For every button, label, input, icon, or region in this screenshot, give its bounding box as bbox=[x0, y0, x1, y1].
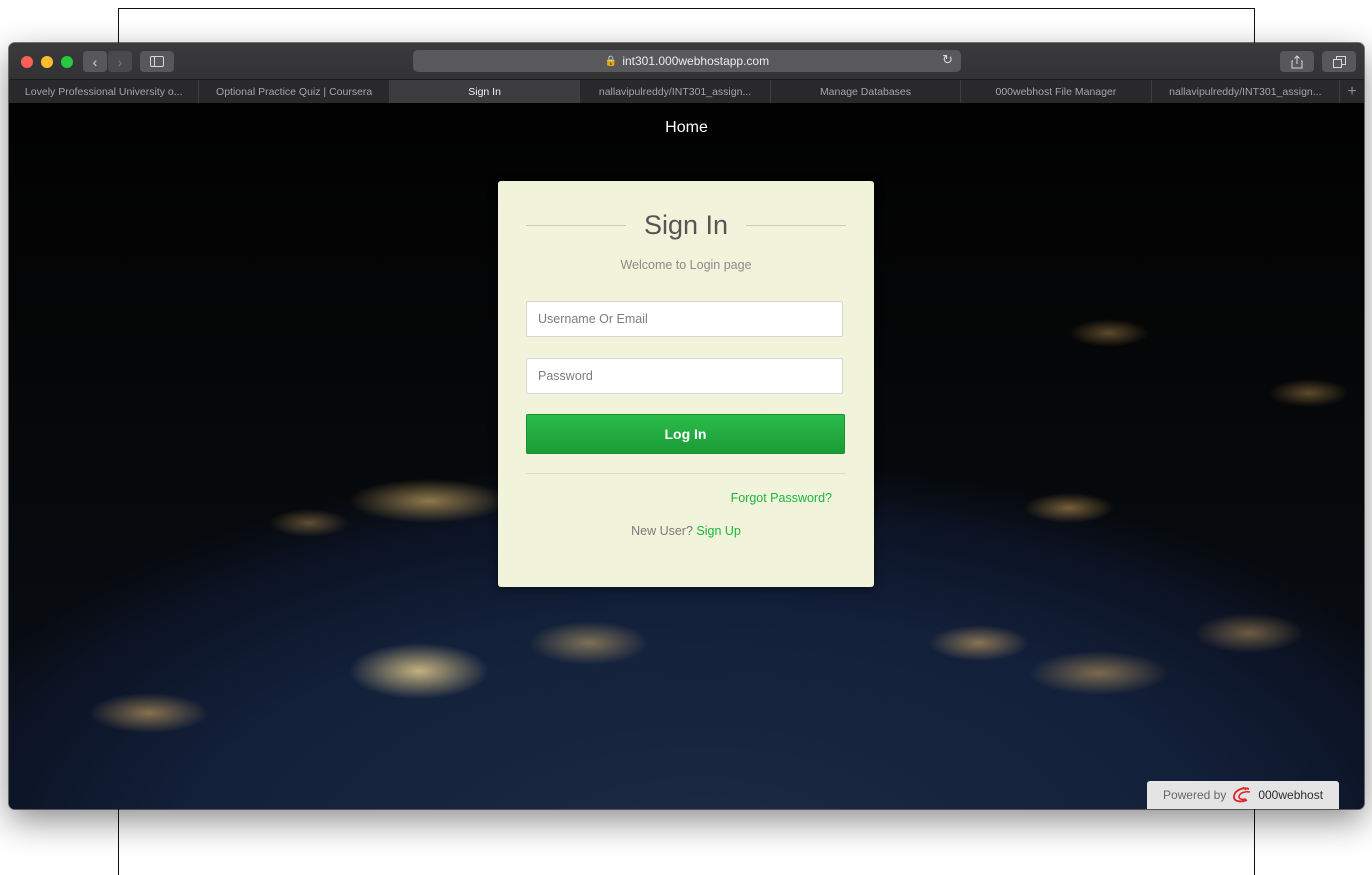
address-bar[interactable]: 🔒 int301.000webhostapp.com ↻ bbox=[413, 50, 961, 72]
new-tab-button[interactable]: + bbox=[1340, 80, 1364, 103]
tab-github-assign-2[interactable]: nallavipulreddy/INT301_assign... bbox=[1152, 80, 1341, 103]
tabs-overview-button[interactable] bbox=[1322, 51, 1356, 72]
login-card: Sign In Welcome to Login page Log In For… bbox=[498, 181, 874, 587]
tab-bar: Lovely Professional University o... Opti… bbox=[9, 79, 1364, 104]
title-divider-right bbox=[746, 224, 846, 226]
lock-icon: 🔒 bbox=[604, 55, 618, 67]
tab-label: Optional Practice Quiz | Coursera bbox=[216, 85, 373, 98]
tab-label: 000webhost File Manager bbox=[995, 85, 1117, 98]
close-window-button[interactable] bbox=[21, 56, 33, 68]
forgot-password-link[interactable]: Forgot Password? bbox=[731, 491, 832, 505]
tab-manage-databases[interactable]: Manage Databases bbox=[771, 80, 962, 103]
page-content: Home Sign In Welcome to Login page Log I… bbox=[9, 103, 1364, 809]
powered-by-badge[interactable]: Powered by 000webhost bbox=[1147, 781, 1339, 809]
tab-file-manager[interactable]: 000webhost File Manager bbox=[961, 80, 1152, 103]
password-input[interactable] bbox=[526, 358, 843, 394]
powered-by-text: Powered by bbox=[1162, 788, 1227, 802]
back-button[interactable]: ‹ bbox=[83, 51, 107, 72]
reload-icon[interactable]: ↻ bbox=[942, 52, 953, 68]
sign-up-link[interactable]: Sign Up bbox=[696, 524, 740, 538]
tab-sign-in[interactable]: Sign In bbox=[389, 80, 581, 103]
tab-label: Manage Databases bbox=[819, 85, 911, 98]
title-divider-left bbox=[526, 224, 626, 226]
new-user-text: New User? bbox=[631, 524, 693, 538]
tab-label: nallavipulreddy/INT301_assign... bbox=[598, 85, 752, 98]
sidebar-icon bbox=[150, 56, 164, 67]
tab-label: Lovely Professional University o... bbox=[24, 85, 183, 98]
sidebar-toggle-button[interactable] bbox=[140, 51, 174, 72]
minimize-window-button[interactable] bbox=[41, 56, 53, 68]
tab-lpu[interactable]: Lovely Professional University o... bbox=[9, 80, 200, 103]
forward-button[interactable]: › bbox=[108, 51, 132, 72]
tab-label: Sign In bbox=[468, 85, 501, 98]
frame-top-line bbox=[118, 8, 1255, 9]
title-bar: ‹ › 🔒 int301.000webhostapp.com ↻ bbox=[9, 43, 1364, 79]
tab-label: nallavipulreddy/INT301_assign... bbox=[1169, 85, 1322, 98]
url-text: int301.000webhostapp.com bbox=[622, 54, 770, 68]
zoom-window-button[interactable] bbox=[61, 56, 73, 68]
tabs-icon bbox=[1332, 55, 1346, 68]
tab-github-assign-1[interactable]: nallavipulreddy/INT301_assign... bbox=[580, 80, 771, 103]
title-row: Sign In bbox=[526, 205, 846, 245]
login-button[interactable]: Log In bbox=[526, 414, 845, 454]
brand-name: 000webhost bbox=[1258, 788, 1324, 802]
plus-icon: + bbox=[1347, 82, 1357, 100]
subtitle: Welcome to Login page bbox=[620, 258, 752, 272]
username-input[interactable] bbox=[526, 301, 843, 337]
divider bbox=[526, 473, 846, 474]
tab-coursera-quiz[interactable]: Optional Practice Quiz | Coursera bbox=[199, 80, 390, 103]
browser-window: ‹ › 🔒 int301.000webhostapp.com ↻ Lovely … bbox=[9, 43, 1364, 809]
share-icon bbox=[1291, 54, 1303, 68]
home-link[interactable]: Home bbox=[9, 119, 1364, 137]
new-user-row: New User? Sign Up bbox=[498, 524, 874, 538]
chevron-right-icon: › bbox=[117, 53, 123, 70]
000webhost-logo-icon bbox=[1233, 786, 1251, 803]
page-title: Sign In bbox=[643, 209, 729, 240]
share-button[interactable] bbox=[1280, 51, 1314, 72]
chevron-left-icon: ‹ bbox=[92, 53, 98, 70]
